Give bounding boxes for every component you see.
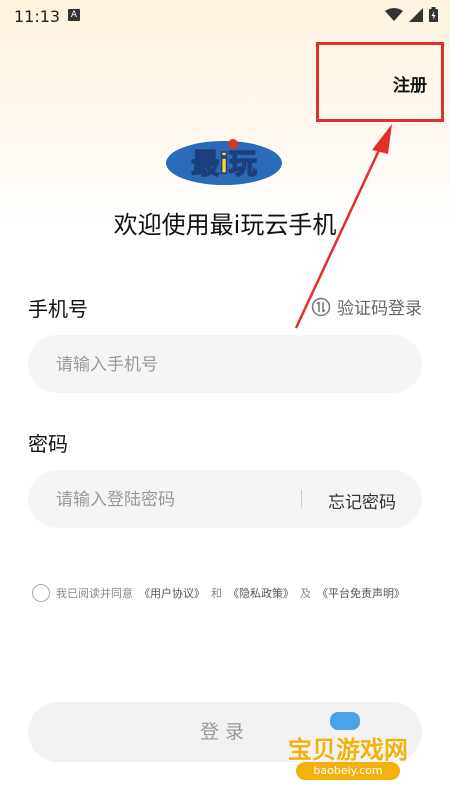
password-input[interactable]: [54, 470, 298, 530]
signal-icon: [409, 7, 423, 22]
register-highlight-box: 注册: [316, 42, 444, 122]
status-time: 11:13: [14, 7, 61, 26]
divider: [301, 490, 302, 508]
forgot-password-button[interactable]: 忘记密码: [328, 488, 396, 513]
register-button[interactable]: 注册: [393, 71, 427, 96]
agreement-prefix: 我已阅读并同意: [56, 587, 133, 600]
battery-icon: [429, 7, 438, 22]
watermark-url: baobeiy.com: [296, 762, 400, 780]
privacy-policy-link[interactable]: 《隐私政策》: [228, 585, 294, 601]
password-label: 密码: [28, 432, 68, 456]
phone-input-box: [28, 335, 422, 395]
password-input-box: 忘记密码: [28, 470, 422, 530]
notification-icon: A: [68, 9, 80, 21]
phone-input[interactable]: [54, 335, 398, 395]
user-agreement-link[interactable]: 《用户协议》: [139, 585, 205, 601]
switch-icon: [311, 297, 331, 316]
watermark: 宝贝游戏网 baobeiy.com: [278, 710, 418, 780]
disclaimer-link[interactable]: 《平台免责声明》: [317, 585, 405, 601]
gamepad-icon: [330, 712, 360, 730]
logo-text: 最i玩: [191, 147, 257, 180]
app-logo: 最i玩: [166, 139, 282, 185]
agreement-and: 和: [211, 587, 222, 600]
status-bar: 11:13 A: [0, 0, 450, 34]
agreement-and-2: 及: [300, 587, 311, 600]
sms-login-label: 验证码登录: [337, 299, 422, 319]
wifi-icon: [385, 7, 403, 21]
agreement-checkbox[interactable]: [32, 584, 50, 602]
watermark-title: 宝贝游戏网: [288, 736, 408, 764]
welcome-title: 欢迎使用最i玩云手机: [113, 211, 337, 239]
phone-label: 手机号: [28, 297, 88, 321]
sms-login-button[interactable]: 验证码登录: [311, 294, 422, 319]
status-icons: [385, 7, 438, 22]
agreement-row: 我已阅读并同意 《用户协议》 和 《隐私政策》 及 《平台免责声明》: [32, 584, 405, 602]
